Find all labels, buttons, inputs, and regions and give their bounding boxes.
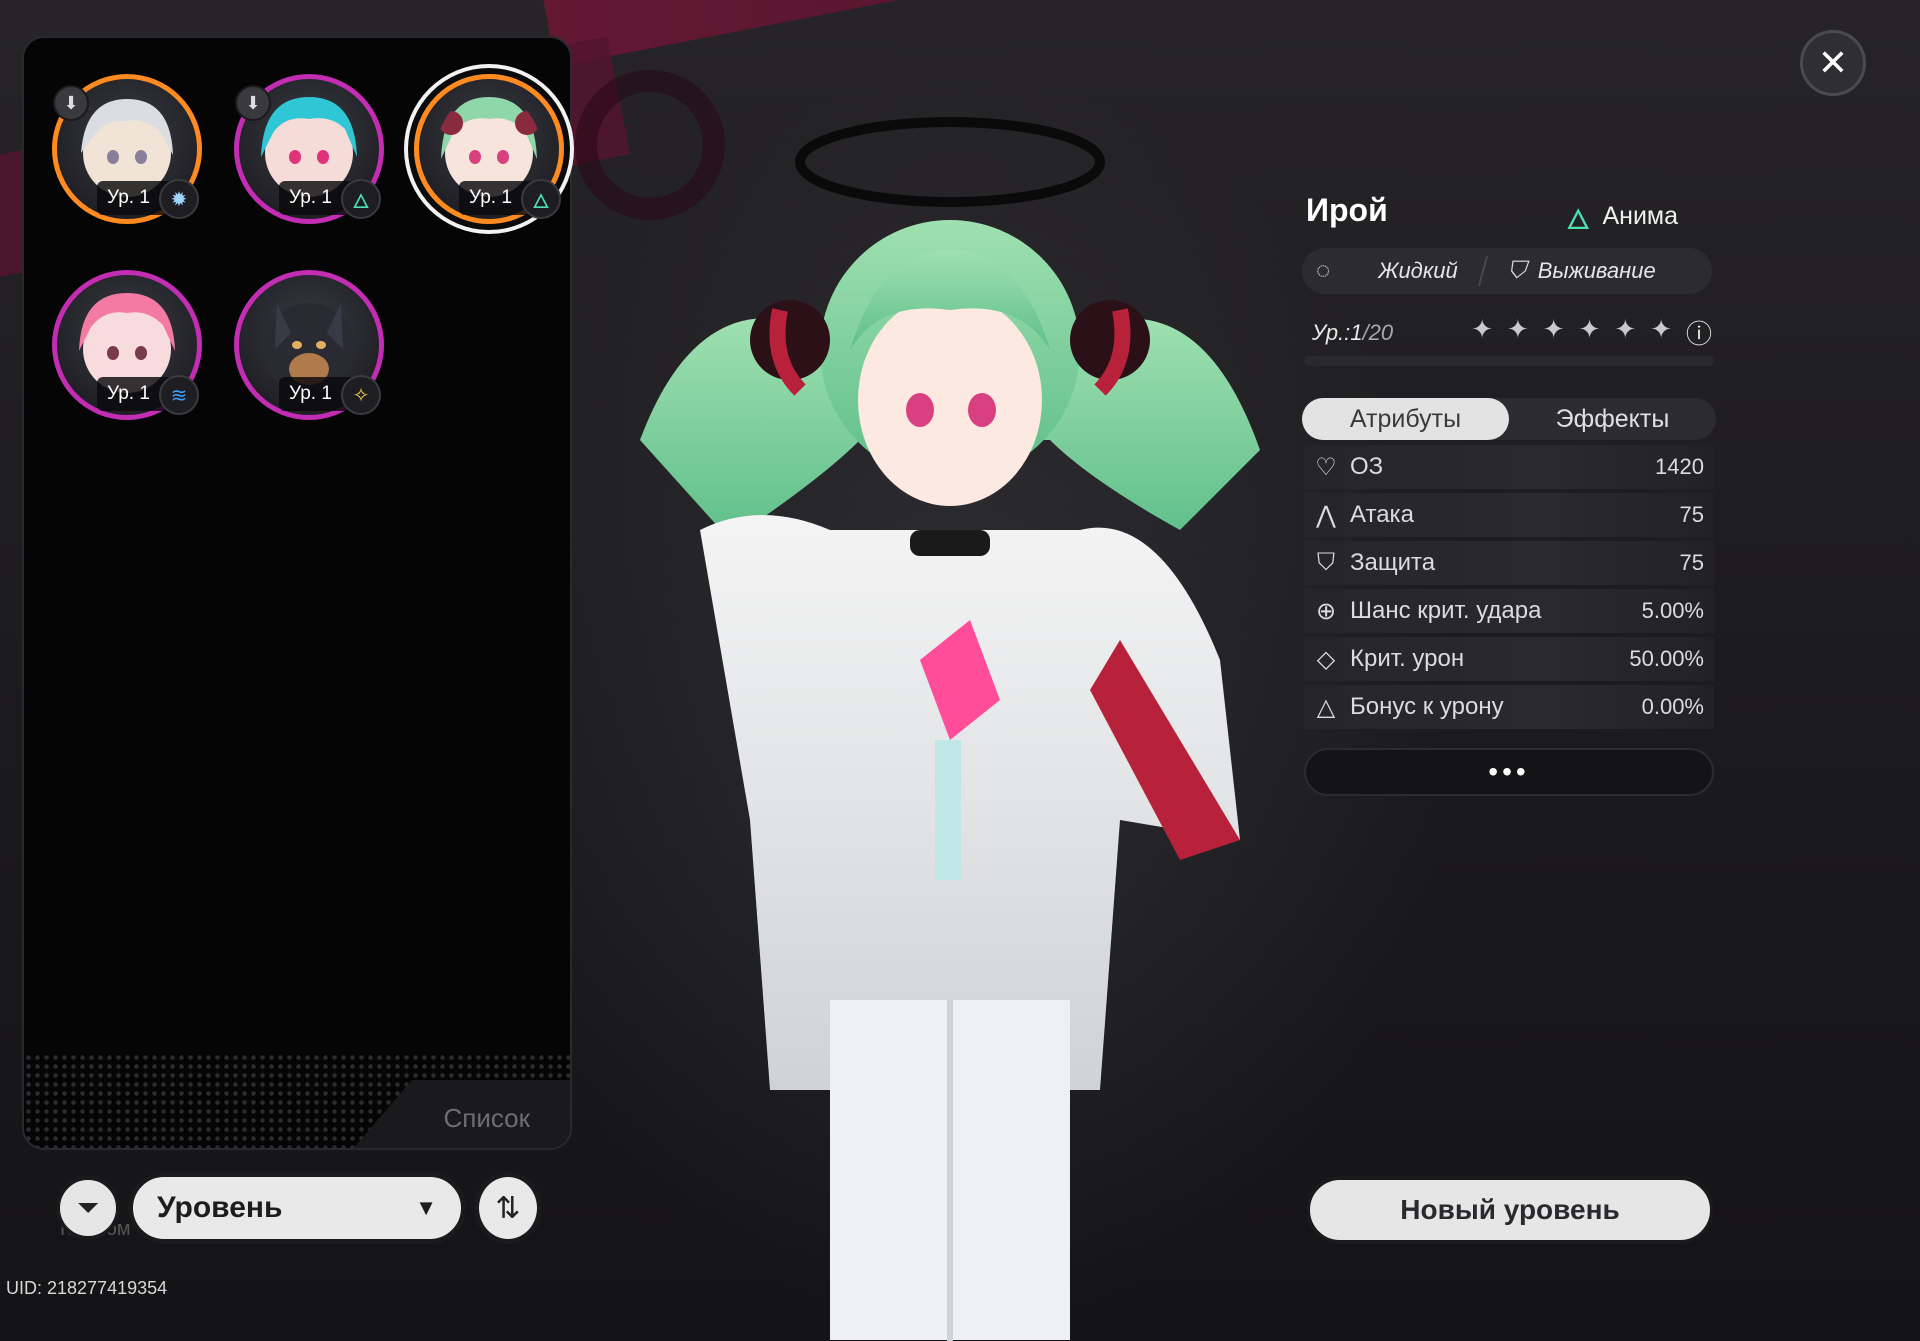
element-name: Анима — [1602, 202, 1679, 230]
attack-icon: ⋀ — [1316, 501, 1336, 529]
level-prefix: Ур.: — [1312, 319, 1351, 345]
character-tags: ◌ Жидкий ⛉ Выживание — [1302, 248, 1712, 294]
anima-flame-icon: 🜂 — [341, 179, 381, 219]
crit-rate-icon: ⊕ — [1315, 597, 1337, 625]
stat-row-defense: ⛉ Защита 75 — [1304, 541, 1714, 585]
tag-label: Жидкий — [1378, 258, 1458, 283]
dmg-bonus-icon: △ — [1316, 693, 1336, 721]
stat-value: 1420 — [1655, 454, 1704, 479]
pin-icon: ⬇ — [53, 85, 89, 121]
stat-label: Защита — [1350, 549, 1436, 576]
swirl-icon: ◌ — [1316, 257, 1331, 284]
stat-row-hp: ♡ ОЗ 1420 — [1304, 445, 1714, 489]
roster-list-label: Список — [443, 1103, 530, 1133]
star-icon: ✦ — [1578, 314, 1601, 344]
stat-row-damage-bonus: △ Бонус к урону 0.00% — [1304, 685, 1714, 729]
tag-label: Выживание — [1537, 258, 1656, 283]
level-row: Ур.:1/20 ✦ ✦ ✦ ✦ ✦ ✦ ⓘ — [1312, 314, 1712, 351]
filter-button[interactable]: ⏷ — [56, 1176, 120, 1240]
level-current: 1 — [1350, 319, 1363, 345]
star-burst-icon: ✧ — [341, 375, 381, 415]
pin-icon: ⬇ — [235, 85, 271, 121]
sort-order-button[interactable]: ⇅ — [474, 1172, 542, 1244]
shield-icon: ⛉ — [1317, 549, 1335, 576]
star-icon: ✦ — [1471, 314, 1493, 344]
stat-row-crit-damage: ◇ Крит. урон 50.00% — [1304, 637, 1714, 681]
character-name: Ирой — [1306, 192, 1388, 228]
character-slot-2[interactable]: ⬇ Ур. 1 🜂 — [234, 74, 384, 224]
crit-dmg-icon: ◇ — [1316, 645, 1336, 673]
character-slot-5[interactable]: Ур. 1 ✧ — [234, 270, 384, 420]
tag-fluid: ◌ Жидкий — [1302, 257, 1458, 285]
sort-select-label: Уровень — [157, 1191, 283, 1224]
more-stats-button[interactable]: ••• — [1304, 748, 1714, 796]
level-up-button[interactable]: Новый уровень — [1306, 1176, 1714, 1244]
info-tabs: Атрибуты Эффекты — [1302, 398, 1716, 440]
stat-row-attack: ⋀ Атака 75 — [1304, 493, 1714, 537]
stat-value: 75 — [1679, 550, 1704, 575]
stat-label: Атака — [1350, 501, 1414, 528]
chevron-down-icon: ▼ — [415, 1195, 437, 1220]
uid-label: UID: 218277419354 — [6, 1278, 168, 1298]
stat-value: 50.00% — [1629, 646, 1704, 671]
tab-effects[interactable]: Эффекты — [1509, 398, 1716, 440]
level-label: Ур.:1/20 — [1312, 320, 1393, 346]
tag-survival: ⛉ Выживание — [1494, 257, 1656, 285]
star-icon: ✦ — [1614, 314, 1637, 344]
character-slot-1[interactable]: ⬇ Ур. 1 ✹ — [52, 74, 202, 224]
stat-label: ОЗ — [1350, 453, 1384, 480]
heart-icon: ♡ — [1315, 453, 1337, 481]
stat-value: 0.00% — [1641, 694, 1704, 719]
gear-sun-icon: ✹ — [159, 179, 199, 219]
stat-label: Крит. урон — [1350, 645, 1465, 672]
stats-list: ♡ ОЗ 1420 ⋀ Атака 75 ⛉ Защита 75 ⊕ Шанс … — [1304, 445, 1714, 733]
character-slot-4[interactable]: Ур. 1 ≋ — [52, 270, 202, 420]
shield-icon: ⛉ — [1507, 257, 1526, 284]
character-slot-3[interactable]: Ур. 1 🜂 — [414, 74, 564, 224]
tab-attributes[interactable]: Атрибуты — [1302, 398, 1509, 440]
close-button[interactable]: ✕ — [1800, 30, 1866, 96]
star-icon: ✦ — [1542, 314, 1565, 344]
tag-divider — [1477, 256, 1488, 286]
sort-order-icon: ⇅ — [495, 1191, 521, 1225]
wave-icon: ≋ — [159, 375, 199, 415]
stat-value: 5.00% — [1641, 598, 1704, 623]
experience-bar — [1304, 356, 1714, 366]
filter-icon: ⏷ — [76, 1191, 100, 1223]
stat-row-crit-rate: ⊕ Шанс крит. удара 5.00% — [1304, 589, 1714, 633]
star-icon: ✦ — [1507, 314, 1529, 344]
sort-select[interactable]: Уровень ▼ — [128, 1172, 466, 1244]
stat-value: 75 — [1679, 502, 1704, 527]
stat-label: Бонус к урону — [1350, 693, 1504, 720]
element-label: 🜂 Анима — [1566, 188, 1678, 245]
ascension-stars: ✦ ✦ ✦ ✦ ✦ ✦ ⓘ — [1471, 314, 1712, 351]
info-icon[interactable]: ⓘ — [1686, 314, 1712, 351]
anima-flame-icon: 🜂 — [1566, 204, 1591, 235]
anima-flame-icon: 🜂 — [521, 179, 561, 219]
character-model — [640, 117, 1260, 1341]
level-max: /20 — [1362, 319, 1394, 345]
close-icon: ✕ — [1817, 42, 1849, 83]
stat-label: Шанс крит. удара — [1350, 597, 1542, 624]
star-icon: ✦ — [1650, 314, 1672, 344]
